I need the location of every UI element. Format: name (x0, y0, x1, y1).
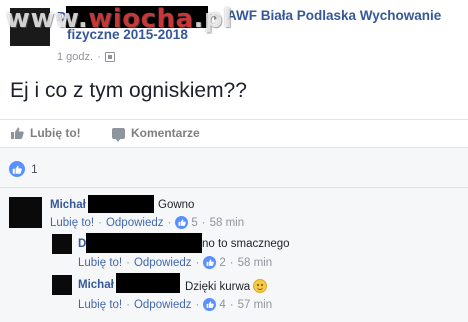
comment-timestamp[interactable]: 58 min (238, 257, 273, 269)
like-reaction-icon (9, 161, 25, 177)
post-header: D ▶ AWF Biała Podlaska Wychowanie fizycz… (0, 0, 468, 70)
comment-like-count: 4 (219, 298, 226, 311)
smiley-icon (253, 279, 268, 293)
comment-button-label: Komentarze (131, 126, 200, 140)
separator-dot: · (201, 216, 206, 229)
separator-dot: · (126, 256, 130, 269)
redaction-bar (116, 273, 180, 293)
divider (0, 187, 468, 188)
comment-like-link[interactable]: Lubię to! (78, 257, 122, 269)
comment-like-link[interactable]: Lubię to! (50, 217, 94, 229)
comments-area: 1 Michał Gowno Lubię to! · Odpowiedz · 5… (0, 147, 468, 322)
comment-reply-link[interactable]: Odpowiedz (134, 299, 192, 311)
group-name-link[interactable]: AWF Biała Podlaska Wychowanie (227, 8, 441, 23)
comment-text: Dzięki kurwa (185, 279, 268, 293)
separator-dot: · (167, 216, 172, 229)
post-text: Ej i co z tym ogniskiem?? (10, 79, 247, 102)
watermark-left: www. (6, 4, 89, 34)
comment-actions: Lubię to! · Odpowiedz · 5 · 58 min (50, 216, 244, 229)
separator-dot: · (98, 216, 102, 229)
watermark-mid: wiocha (88, 4, 194, 34)
post-timestamp[interactable]: 1 godz. (57, 51, 93, 63)
separator-dot: · (229, 256, 234, 269)
comment-author[interactable]: Michał (78, 279, 114, 291)
comment-text-content: Dzięki kurwa (185, 281, 251, 293)
post-actions-bar: Lubię to! Komentarze (0, 119, 468, 146)
redaction-bar (88, 195, 154, 213)
comment-author[interactable]: Michał (50, 199, 86, 211)
separator-dot: · (97, 51, 101, 63)
speech-bubble-icon (112, 127, 125, 142)
comment-reply-link[interactable]: Odpowiedz (106, 217, 164, 229)
comment-text: no to smacznego (202, 238, 290, 250)
likes-summary[interactable]: 1 (9, 161, 38, 177)
comment-like-link[interactable]: Lubię to! (78, 299, 122, 311)
like-reaction-icon[interactable] (175, 216, 189, 229)
separator-dot: · (126, 298, 130, 311)
comment-timestamp[interactable]: 57 min (238, 299, 273, 311)
comment-like-count: 5 (191, 216, 198, 229)
comment-button[interactable]: Komentarze (112, 126, 200, 142)
comment-timestamp[interactable]: 58 min (210, 217, 245, 229)
likes-count: 1 (31, 162, 38, 176)
comment-actions: Lubię to! · Odpowiedz · 2 · 58 min (78, 256, 272, 269)
watermark-right: .pl (193, 4, 233, 34)
separator-dot: · (229, 298, 234, 311)
separator-dot: · (195, 298, 200, 311)
comment-like-count: 2 (219, 256, 226, 269)
comment-avatar[interactable] (9, 197, 42, 228)
post-meta: 1 godz. · (57, 51, 115, 63)
watermark: www.wiocha.pl (6, 4, 232, 34)
thumbs-up-icon (10, 127, 24, 139)
redaction-bar (86, 233, 202, 253)
comment-reply-link[interactable]: Odpowiedz (134, 257, 192, 269)
like-button-label: Lubię to! (30, 126, 81, 140)
like-button[interactable]: Lubię to! (10, 126, 81, 140)
comment-actions: Lubię to! · Odpowiedz · 4 · 57 min (78, 298, 272, 311)
friends-icon[interactable] (104, 52, 115, 62)
comment-text: Gowno (158, 199, 195, 211)
like-reaction-icon[interactable] (203, 256, 217, 269)
separator-dot: · (195, 256, 200, 269)
like-reaction-icon[interactable] (203, 298, 217, 311)
reply-avatar[interactable] (52, 275, 72, 295)
reply-avatar[interactable] (52, 234, 72, 254)
